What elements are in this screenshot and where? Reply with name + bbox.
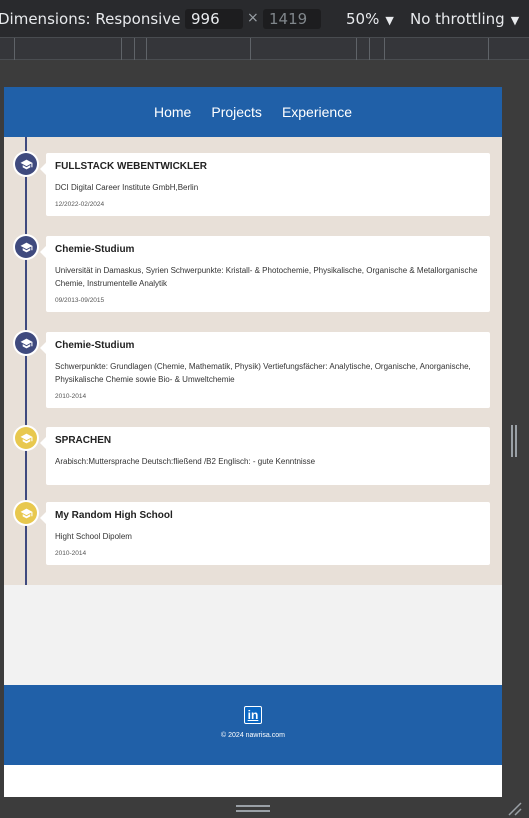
timeline-description: DCI Digital Career Institute GmbH,Berlin bbox=[55, 183, 199, 192]
throttling-dropdown[interactable]: No throttling ▼ bbox=[410, 10, 519, 28]
nav-home[interactable]: Home bbox=[154, 104, 191, 120]
graduation-cap-icon bbox=[15, 332, 37, 354]
timeline-description: Arabisch:Muttersprache Deutsch:fließend … bbox=[55, 457, 316, 466]
nav-projects[interactable]: Projects bbox=[211, 104, 262, 120]
resize-handle-right[interactable] bbox=[511, 425, 517, 457]
graduation-cap-icon bbox=[15, 427, 37, 449]
ruler-tick bbox=[488, 38, 489, 60]
dimensions-label: Dimensions: Responsive bbox=[0, 10, 181, 28]
timeline-date: 09/2013-09/2015 bbox=[55, 297, 105, 304]
timeline-description: Universität in Damaskus, Syrien Schwerpu… bbox=[55, 266, 478, 288]
ruler-tick bbox=[369, 38, 370, 60]
ruler-tick bbox=[134, 38, 135, 60]
timeline-date: 2010-2014 bbox=[55, 393, 87, 400]
throttling-label: No throttling bbox=[410, 10, 505, 28]
timeline-description: Schwerpunkte: Grundlagen (Chemie, Mathem… bbox=[55, 362, 471, 384]
width-input[interactable]: 996 bbox=[185, 9, 243, 29]
ruler-tick bbox=[146, 38, 147, 60]
timeline-date: 2010-2014 bbox=[55, 550, 87, 557]
page-viewport: Home Projects Experience FULLSTACK WEBEN… bbox=[4, 87, 502, 797]
timeline-card: My Random High School Hight School Dipol… bbox=[40, 502, 490, 565]
ruler-tick bbox=[356, 38, 357, 60]
timeline-date: 12/2022-02/2024 bbox=[55, 201, 105, 208]
resize-handle-bottom[interactable] bbox=[236, 805, 270, 812]
ruler-tick bbox=[14, 38, 15, 60]
linkedin-icon[interactable]: in bbox=[244, 706, 262, 724]
zoom-dropdown[interactable]: 50% ▼ bbox=[346, 10, 394, 28]
timeline-description: Hight School Dipolem bbox=[55, 532, 132, 541]
devtools-toolbar: Dimensions: Responsive▼ 996 × 1419 50%▼ … bbox=[0, 0, 529, 38]
ruler-tick bbox=[121, 38, 122, 60]
timeline-card: FULLSTACK WEBENTWICKLER DCI Digital Care… bbox=[40, 153, 490, 216]
nav-experience[interactable]: Experience bbox=[282, 104, 352, 120]
times-sign: × bbox=[247, 10, 259, 26]
page-footer: in © 2024 nawrisa.com bbox=[4, 685, 502, 765]
caret-down-icon: ▼ bbox=[385, 14, 394, 27]
ruler-tick bbox=[384, 38, 385, 60]
empty-section bbox=[4, 585, 502, 685]
zoom-label: 50% bbox=[346, 10, 380, 28]
timeline-card: Chemie-Studium Universität in Damaskus, … bbox=[40, 236, 490, 312]
timeline-title: Chemie-Studium bbox=[55, 340, 135, 351]
copyright-text: © 2024 nawrisa.com bbox=[221, 732, 285, 739]
resize-corner-icon[interactable] bbox=[506, 800, 522, 816]
timeline-title: FULLSTACK WEBENTWICKLER bbox=[55, 161, 208, 172]
graduation-cap-icon bbox=[15, 153, 37, 175]
ruler-tick bbox=[250, 38, 251, 60]
timeline-title: SPRACHEN bbox=[55, 435, 112, 446]
height-input[interactable]: 1419 bbox=[263, 9, 321, 29]
media-query-ruler[interactable] bbox=[0, 38, 529, 60]
top-nav: Home Projects Experience bbox=[4, 87, 502, 137]
timeline-title: My Random High School bbox=[55, 510, 173, 521]
timeline-card: SPRACHEN Arabisch:Muttersprache Deutsch:… bbox=[40, 427, 490, 485]
graduation-cap-icon bbox=[15, 236, 37, 258]
timeline-title: Chemie-Studium bbox=[55, 244, 135, 255]
timeline-section: FULLSTACK WEBENTWICKLER DCI Digital Care… bbox=[4, 137, 502, 585]
graduation-cap-icon bbox=[15, 502, 37, 524]
dimensions-dropdown[interactable]: Dimensions: Responsive▼ bbox=[0, 10, 195, 28]
caret-down-icon: ▼ bbox=[510, 14, 520, 27]
timeline-card: Chemie-Studium Schwerpunkte: Grundlagen … bbox=[40, 332, 490, 408]
